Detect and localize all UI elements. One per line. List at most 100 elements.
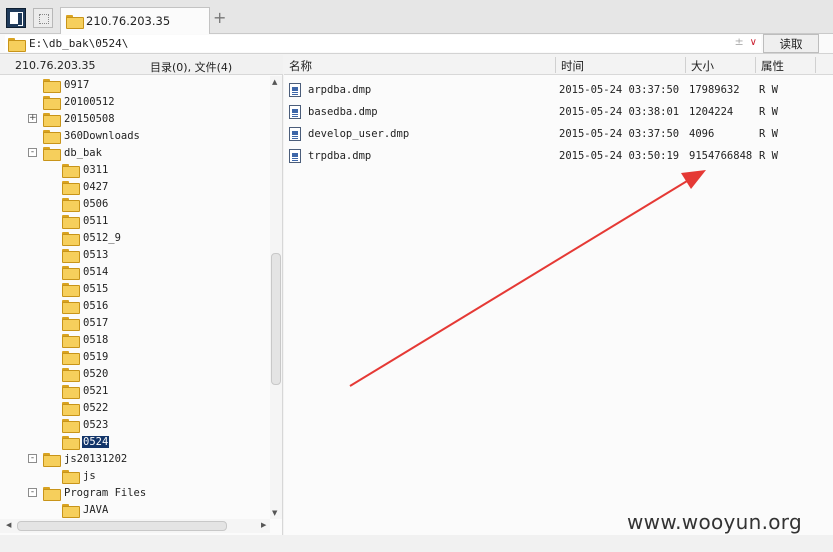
collapse-icon[interactable]: - bbox=[28, 488, 37, 497]
tree-item-label: js20131202 bbox=[64, 452, 128, 465]
file-attr: R W bbox=[759, 106, 778, 118]
tree-item[interactable]: db_bak bbox=[43, 144, 103, 161]
folder-icon bbox=[62, 367, 80, 382]
folder-icon bbox=[62, 197, 80, 212]
column-size[interactable]: 大小 bbox=[691, 58, 714, 74]
tree-item[interactable]: 0523 bbox=[62, 416, 109, 433]
tree-item[interactable]: 0524 bbox=[62, 433, 110, 450]
folder-icon bbox=[62, 316, 80, 331]
vertical-scrollbar[interactable]: ▲ ▼ bbox=[270, 76, 282, 519]
status-strip bbox=[0, 535, 833, 552]
column-attr[interactable]: 属性 bbox=[761, 58, 784, 74]
tree-item[interactable]: 0511 bbox=[62, 212, 109, 229]
tree-item[interactable]: 0506 bbox=[62, 195, 109, 212]
tree-item-label: 360Downloads bbox=[64, 129, 140, 142]
tree-item[interactable]: 0513 bbox=[62, 246, 109, 263]
tree-item[interactable]: js20131202 bbox=[43, 450, 128, 467]
tree-item-label: 0511 bbox=[83, 214, 109, 227]
column-divider[interactable] bbox=[685, 57, 686, 73]
folder-icon bbox=[43, 486, 61, 501]
tree-item-label: 0517 bbox=[83, 316, 109, 329]
file-row[interactable]: basedba.dmp 2015-05-24 03:38:01 1204224 R W bbox=[284, 102, 833, 122]
column-time[interactable]: 时间 bbox=[561, 58, 584, 74]
tree-item-label: Program Files bbox=[64, 486, 147, 499]
folder-icon bbox=[62, 350, 80, 365]
tree-item[interactable]: 0514 bbox=[62, 263, 109, 280]
expand-icon[interactable]: + bbox=[28, 114, 37, 123]
tree-item[interactable]: 20100512 bbox=[43, 93, 116, 110]
add-tab-button[interactable]: + bbox=[213, 9, 226, 27]
folder-icon bbox=[62, 265, 80, 280]
folder-icon bbox=[66, 15, 84, 29]
file-time: 2015-05-24 03:37:50 bbox=[559, 84, 680, 96]
tree-item[interactable]: js bbox=[62, 467, 97, 484]
tree-item[interactable]: 20150508 bbox=[43, 110, 116, 127]
horizontal-scrollbar[interactable]: ◀ ▶ bbox=[0, 519, 270, 533]
folder-icon bbox=[62, 282, 80, 297]
folder-icon bbox=[62, 231, 80, 246]
scroll-right-icon[interactable]: ▶ bbox=[261, 521, 266, 529]
tree-item[interactable]: 0521 bbox=[62, 382, 109, 399]
scroll-down-icon[interactable]: ▼ bbox=[272, 509, 277, 517]
tree-item[interactable]: 0516 bbox=[62, 297, 109, 314]
folder-icon bbox=[43, 95, 61, 110]
panel-toggle-icon[interactable] bbox=[6, 8, 26, 28]
tab-host[interactable]: 210.76.203.35 bbox=[60, 7, 210, 34]
folder-icon bbox=[43, 452, 61, 467]
tree-item[interactable]: Program Files bbox=[43, 484, 147, 501]
scroll-left-icon[interactable]: ◀ bbox=[6, 521, 11, 529]
tree-item-label: 0506 bbox=[83, 197, 109, 210]
tree-item-label: 0512_9 bbox=[83, 231, 121, 244]
tree-item[interactable]: 0519 bbox=[62, 348, 109, 365]
tree-item-label: 0520 bbox=[83, 367, 109, 380]
tree-item[interactable]: 0518 bbox=[62, 331, 109, 348]
tree-item[interactable]: JAVA bbox=[62, 501, 109, 518]
folder-icon bbox=[62, 435, 80, 450]
tree-item[interactable]: 0427 bbox=[62, 178, 109, 195]
tree-item[interactable]: 0917 bbox=[43, 76, 90, 93]
column-divider[interactable] bbox=[815, 57, 816, 73]
column-divider[interactable] bbox=[755, 57, 756, 73]
tree-item[interactable]: 360Downloads bbox=[43, 127, 141, 144]
tab-title: 210.76.203.35 bbox=[86, 14, 171, 28]
host-label: 210.76.203.35 bbox=[15, 59, 96, 72]
path-input[interactable]: E:\db_bak\0524\ ± ∨ bbox=[5, 35, 761, 52]
path-controls[interactable]: ± ∨ bbox=[734, 35, 757, 48]
tree-item-label: 0524 bbox=[82, 435, 110, 448]
directory-tree: 0917 20100512 20150508 +360Downloads db_bak -… bbox=[0, 76, 270, 519]
tree-item[interactable]: 0520 bbox=[62, 365, 109, 382]
file-row[interactable]: trpdba.dmp 2015-05-24 03:50:19 9154766848 R… bbox=[284, 146, 833, 166]
tree-item[interactable]: 0517 bbox=[62, 314, 109, 331]
chevron-down-icon[interactable]: ∨ bbox=[750, 37, 757, 48]
collapse-icon[interactable]: - bbox=[28, 148, 37, 157]
file-row[interactable]: develop_user.dmp 2015-05-24 03:37:50 4096 R… bbox=[284, 124, 833, 144]
column-divider[interactable] bbox=[555, 57, 556, 73]
tree-item-label: 0516 bbox=[83, 299, 109, 312]
tree-item-label: 0523 bbox=[83, 418, 109, 431]
tree-item-label: 0522 bbox=[83, 401, 109, 414]
scroll-up-icon[interactable]: ▲ bbox=[272, 78, 277, 86]
file-row[interactable]: arpdba.dmp 2015-05-24 03:37:50 17989632 R W bbox=[284, 80, 833, 100]
collapse-icon[interactable]: - bbox=[28, 454, 37, 463]
tree-item[interactable]: 0512_9 bbox=[62, 229, 122, 246]
folder-icon bbox=[62, 384, 80, 399]
file-size: 1204224 bbox=[689, 106, 734, 118]
tree-item[interactable]: 0311 bbox=[62, 161, 109, 178]
tree-item-label: 0513 bbox=[83, 248, 109, 261]
new-window-icon[interactable] bbox=[33, 8, 53, 28]
read-button[interactable]: 读取 bbox=[763, 34, 819, 53]
file-size: 4096 bbox=[689, 128, 715, 140]
directory-header: 210.76.203.35 目录(0), 文件(4) bbox=[0, 55, 283, 75]
folder-icon bbox=[62, 469, 80, 484]
tree-item[interactable]: 0515 bbox=[62, 280, 109, 297]
tree-item-label: 0311 bbox=[83, 163, 109, 176]
folder-icon bbox=[43, 78, 61, 93]
scroll-thumb[interactable] bbox=[271, 253, 281, 385]
directory-panel: 210.76.203.35 目录(0), 文件(4) 0917 20100512 2… bbox=[0, 55, 283, 535]
column-name[interactable]: 名称 bbox=[289, 58, 312, 74]
tree-item[interactable]: 0522 bbox=[62, 399, 109, 416]
folder-icon bbox=[62, 180, 80, 195]
scroll-thumb[interactable] bbox=[17, 521, 227, 531]
file-icon bbox=[289, 83, 301, 97]
folder-icon bbox=[62, 401, 80, 416]
